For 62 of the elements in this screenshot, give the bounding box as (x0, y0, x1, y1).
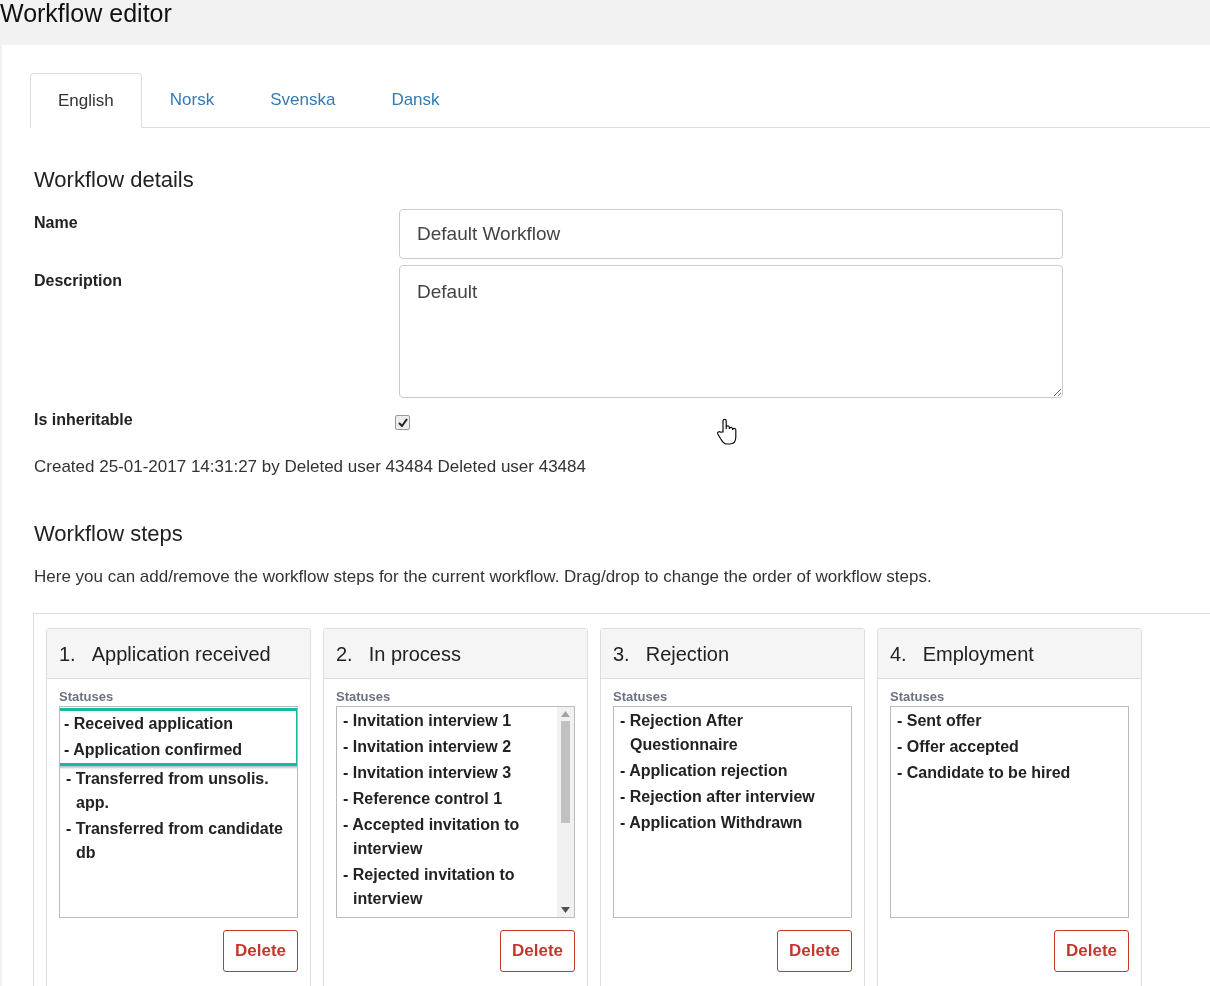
language-tab[interactable]: Norsk (141, 72, 243, 127)
status-item[interactable]: - Application Withdrawn (616, 810, 849, 836)
status-item[interactable]: - Offer accepted (893, 734, 1126, 760)
status-item[interactable]: - Transferred from unsolis. app. (62, 766, 295, 816)
step-card[interactable]: 4. Employment Statuses - Sent offer - Offer accepted - Candidate to be hired Delete (877, 628, 1142, 986)
step-card[interactable]: 1. Application received Statuses - Received application - Application confirmed - Transferred from unsolis. app. - Transferred from candidate db Delete (46, 628, 311, 986)
statuses-label: Statuses (890, 689, 946, 705)
status-item[interactable]: - Rejected invitation to interview (339, 862, 555, 912)
step-number: 3. (613, 641, 630, 667)
statuses-list[interactable]: - Received application - Application confirmed - Transferred from unsolis. app. - Transferred from candidate db (59, 706, 298, 918)
status-item[interactable]: - Invitation interview 2 (339, 734, 555, 760)
statuses-list[interactable]: - Invitation interview 1 - Invitation interview 2 - Invitation interview 3 - Reference control 1 - Accepted invitation to interview - Rejected invitation to interview (336, 706, 575, 918)
step-title: Employment (922, 641, 1034, 667)
description-field[interactable]: Default (399, 265, 1063, 398)
statuses-label: Statuses (613, 689, 669, 705)
delete-button[interactable]: Delete (222, 930, 298, 972)
scrollbar[interactable] (557, 707, 574, 917)
language-tab[interactable]: English (30, 73, 142, 128)
statuses-list[interactable]: - Rejection After Questionnaire - Application rejection - Rejection after interview - Application Withdrawn (613, 706, 852, 918)
delete-button[interactable]: Delete (499, 930, 575, 972)
language-tab[interactable]: Dansk (363, 72, 468, 127)
name-field[interactable]: Default Workflow (399, 209, 1063, 259)
statuses-list[interactable]: - Sent offer - Offer accepted - Candidate to be hired (890, 706, 1129, 918)
delete-button[interactable]: Delete (1053, 930, 1129, 972)
status-item[interactable]: - Rejection after interview (616, 784, 849, 810)
section-heading: Workflow steps (34, 519, 184, 548)
step-number: 2. (336, 641, 353, 667)
step-title: In process (368, 641, 461, 667)
step-card[interactable]: 3. Rejection Statuses - Rejection After Questionnaire - Application rejection - Rejection after interview - Application Withdrawn Delete (600, 628, 865, 986)
steps-intro: Here you can add/remove the workflow steps for the current workflow. Drag/drop to change the order of workflow steps. (34, 565, 933, 588)
status-item[interactable]: - Application rejection (616, 758, 849, 784)
status-item[interactable]: - Transferred from candidate db (62, 816, 295, 866)
field-label: Name (34, 213, 79, 233)
inheritable-checkbox[interactable] (395, 414, 410, 430)
statuses-label: Statuses (59, 689, 115, 705)
status-item[interactable]: - Sent offer (893, 708, 1126, 734)
delete-button[interactable]: Delete (776, 930, 852, 972)
step-number: 1. (59, 641, 76, 667)
scroll-down-icon[interactable] (561, 907, 570, 913)
status-item[interactable]: - Received application (60, 711, 296, 737)
status-item[interactable]: - Invitation interview 3 (339, 760, 555, 786)
field-label: Description (34, 271, 123, 291)
status-item[interactable]: - Candidate to be hired (893, 760, 1126, 786)
step-number: 4. (890, 641, 907, 667)
statuses-label: Statuses (336, 689, 392, 705)
page-title: Workflow editor (0, 0, 172, 26)
status-item[interactable]: - Invitation interview 1 (339, 708, 555, 734)
status-item[interactable]: - Accepted invitation to interview (339, 812, 555, 862)
hand-cursor-icon (717, 418, 739, 446)
status-item[interactable]: - Reference control 1 (339, 786, 555, 812)
section-heading: Workflow details (34, 166, 195, 194)
step-title: Rejection (645, 641, 730, 667)
step-card[interactable]: 2. In process Statuses - Invitation interview 1 - Invitation interview 2 - Invitation interview 3 - Reference control 1 - Accepted invitation to interview - Rejected invitation to interview Delete (323, 628, 588, 986)
step-title: Application received (91, 641, 271, 667)
status-item[interactable]: - Rejection After Questionnaire (616, 708, 849, 758)
check-icon (397, 417, 408, 427)
language-tab[interactable]: Svenska (242, 72, 364, 127)
scroll-up-icon[interactable] (561, 711, 570, 717)
status-item[interactable]: - Application confirmed (60, 737, 296, 763)
field-label: Is inheritable (34, 410, 134, 430)
created-info: Created 25-01-2017 14:31:27 by Deleted user 43484 Deleted user 43484 (34, 456, 587, 478)
scrollbar-thumb[interactable] (561, 721, 570, 823)
